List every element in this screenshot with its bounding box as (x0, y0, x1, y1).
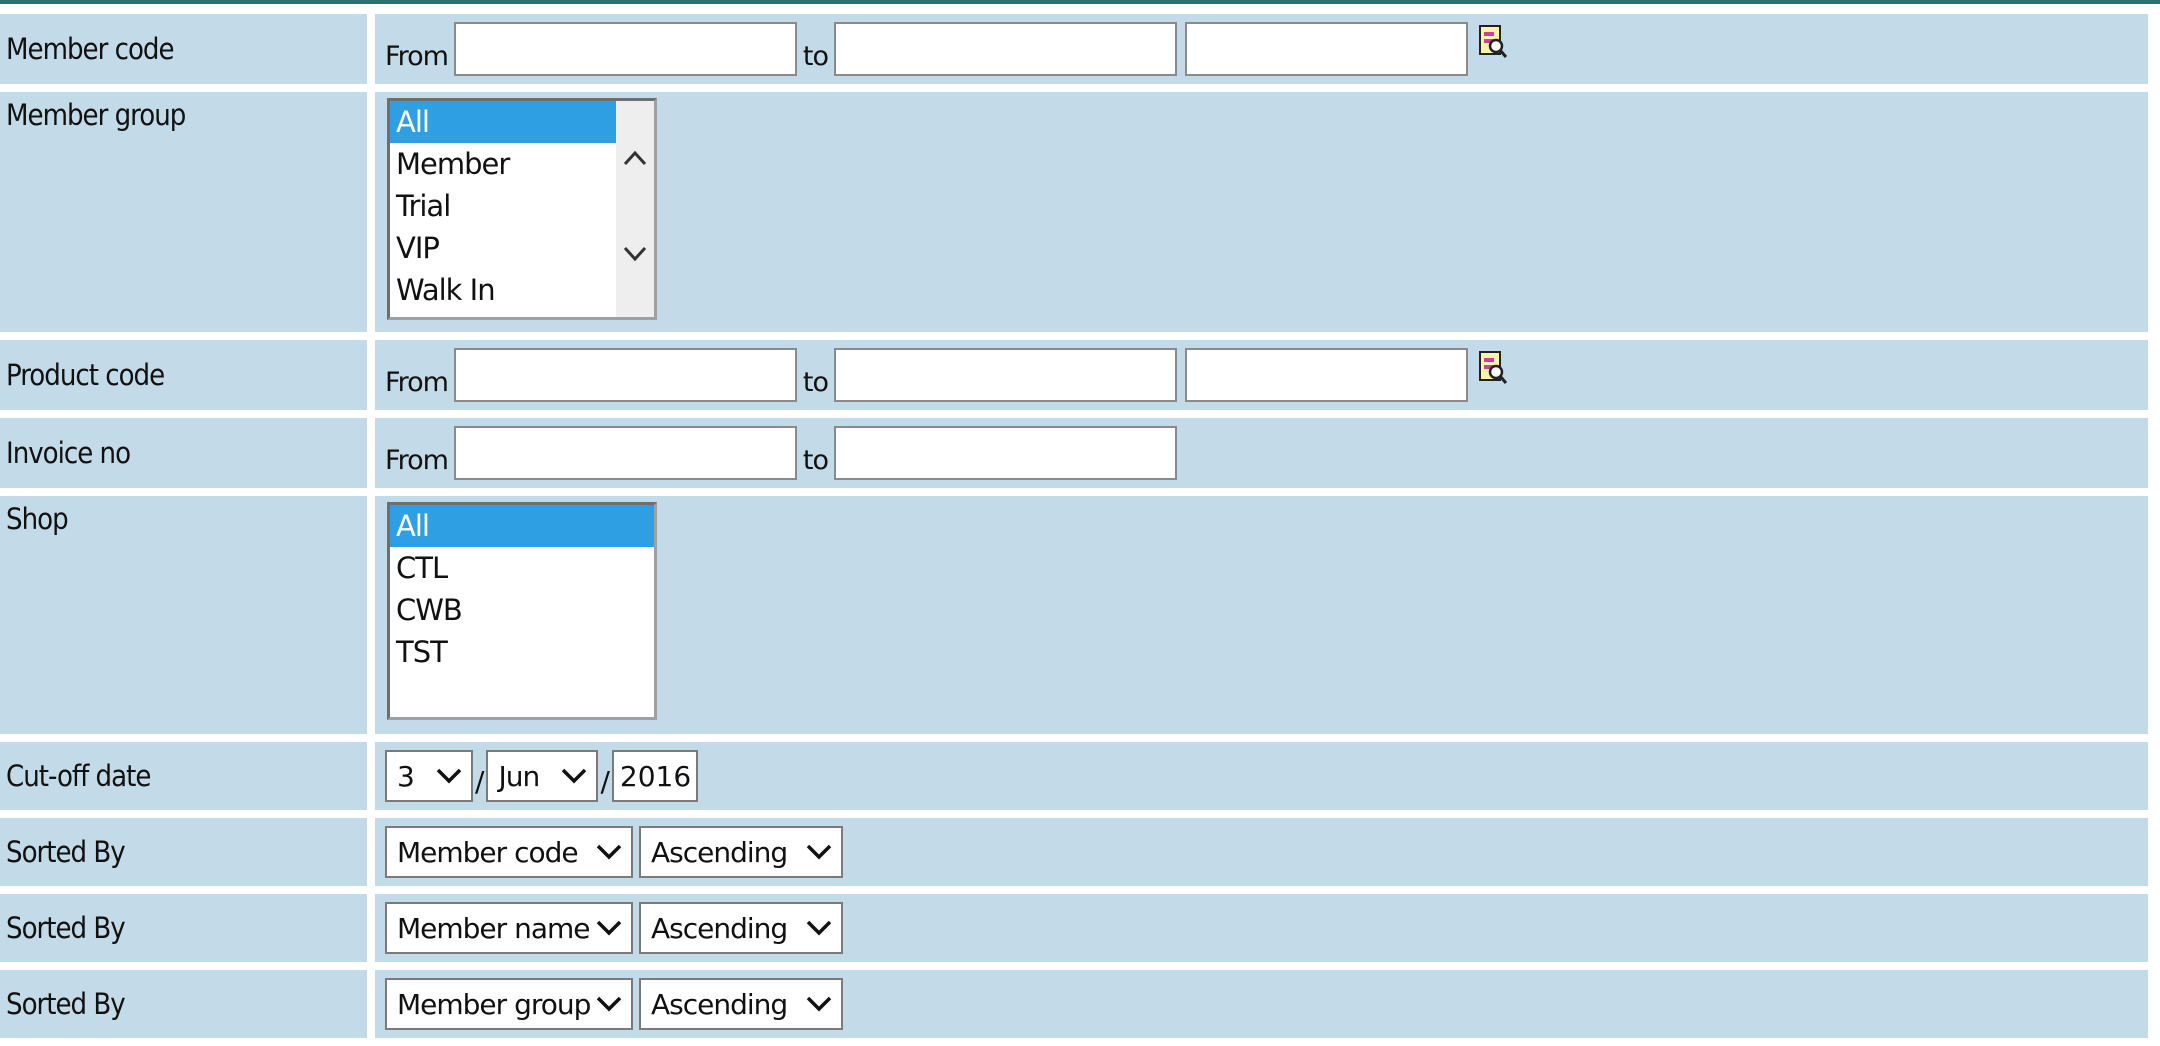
chevron-down-icon (806, 844, 832, 860)
shop-field: All CTL CWB TST (375, 496, 2148, 734)
sort-order-select[interactable]: Ascending (639, 978, 843, 1030)
sorted-by-label: Sorted By (0, 970, 367, 1038)
sort-field-value: Member code (397, 835, 579, 869)
sort-order-value: Ascending (651, 835, 788, 869)
member-group-listbox[interactable]: All Member Trial VIP Walk In (387, 98, 657, 320)
lookup-icon[interactable] (1478, 350, 1508, 386)
invoice-no-label: Invoice no (0, 418, 367, 488)
sorted-by-label: Sorted By (0, 894, 367, 962)
row-sorted-by: Sorted By Member group Ascending (0, 970, 2148, 1038)
cutoff-date-fields: 3 / Jun / 2016 (375, 742, 2148, 810)
shop-option[interactable]: TST (390, 631, 654, 673)
month-select[interactable]: Jun (486, 750, 599, 802)
sorted-by-fields: Member group Ascending (375, 970, 2148, 1038)
from-label: From (385, 40, 449, 72)
product-code-extra-input[interactable] (1185, 348, 1469, 402)
sorted-by-fields: Member name Ascending (375, 894, 2148, 962)
sort-order-select[interactable]: Ascending (639, 826, 843, 878)
chevron-down-icon (596, 920, 622, 936)
sort-field-select[interactable]: Member group (385, 978, 633, 1030)
member-group-field: All Member Trial VIP Walk In (375, 92, 2148, 332)
cutoff-date-label: Cut-off date (0, 742, 367, 810)
sorted-by-fields: Member code Ascending (375, 818, 2148, 886)
shop-listbox[interactable]: All CTL CWB TST (387, 502, 657, 720)
listbox-scrollbar[interactable] (616, 101, 654, 317)
member-code-extra-input[interactable] (1185, 22, 1469, 76)
top-rule (0, 0, 2160, 4)
product-code-fields: From to (375, 340, 2148, 410)
sort-field-value: Member group (397, 987, 591, 1021)
row-shop: Shop All CTL CWB TST (0, 496, 2148, 734)
chevron-down-icon (562, 768, 587, 784)
product-code-to-input[interactable] (834, 348, 1178, 402)
row-member-code: Member code From to (0, 14, 2148, 84)
sort-order-select[interactable]: Ascending (639, 902, 843, 954)
sort-order-value: Ascending (651, 987, 788, 1021)
from-label: From (385, 366, 449, 398)
shop-option[interactable]: CTL (390, 547, 654, 589)
month-value: Jun (498, 759, 540, 793)
day-select[interactable]: 3 (385, 750, 473, 802)
from-label: From (385, 444, 449, 476)
row-product-code: Product code From to (0, 340, 2148, 410)
row-invoice-no: Invoice no From to (0, 418, 2148, 488)
invoice-no-to-input[interactable] (834, 426, 1178, 480)
member-code-label: Member code (0, 14, 367, 84)
sort-field-value: Member name (397, 911, 590, 945)
invoice-no-from-input[interactable] (453, 426, 797, 480)
sorted-by-label: Sorted By (0, 818, 367, 886)
member-group-option[interactable]: All (390, 101, 618, 143)
member-code-from-input[interactable] (453, 22, 797, 76)
chevron-down-icon (596, 844, 622, 860)
member-group-label: Member group (0, 92, 367, 332)
chevron-down-icon[interactable] (622, 245, 648, 263)
member-group-option[interactable]: VIP (390, 227, 618, 269)
member-group-option[interactable]: Member (390, 143, 618, 185)
row-sorted-by: Sorted By Member name Ascending (0, 894, 2148, 962)
chevron-up-icon[interactable] (622, 149, 648, 167)
to-label: to (802, 40, 829, 72)
chevron-down-icon (596, 996, 622, 1012)
to-label: to (802, 444, 829, 476)
shop-option[interactable]: All (390, 505, 654, 547)
member-group-option[interactable]: Walk In (390, 269, 618, 311)
to-label: to (802, 366, 829, 398)
member-code-fields: From to (375, 14, 2148, 84)
sort-order-value: Ascending (651, 911, 788, 945)
shop-option[interactable]: CWB (390, 589, 654, 631)
report-criteria-form: Member code From to Member group All Mem… (0, 6, 2156, 1046)
chevron-down-icon (806, 920, 832, 936)
day-value: 3 (397, 759, 415, 793)
row-cutoff-date: Cut-off date 3 / Jun / 2016 (0, 742, 2148, 810)
chevron-down-icon (806, 996, 832, 1012)
product-code-label: Product code (0, 340, 367, 410)
lookup-icon[interactable] (1478, 24, 1508, 60)
row-sorted-by: Sorted By Member code Ascending (0, 818, 2148, 886)
invoice-no-fields: From to (375, 418, 2148, 488)
date-separator: / (475, 764, 485, 798)
member-group-option[interactable]: Trial (390, 185, 618, 227)
year-input[interactable]: 2016 (611, 750, 698, 802)
member-code-to-input[interactable] (834, 22, 1178, 76)
sort-field-select[interactable]: Member code (385, 826, 633, 878)
shop-label: Shop (0, 496, 367, 734)
date-separator: / (600, 764, 610, 798)
row-member-group: Member group All Member Trial VIP Walk I… (0, 92, 2148, 332)
sort-field-select[interactable]: Member name (385, 902, 633, 954)
chevron-down-icon (436, 768, 462, 784)
product-code-from-input[interactable] (453, 348, 797, 402)
